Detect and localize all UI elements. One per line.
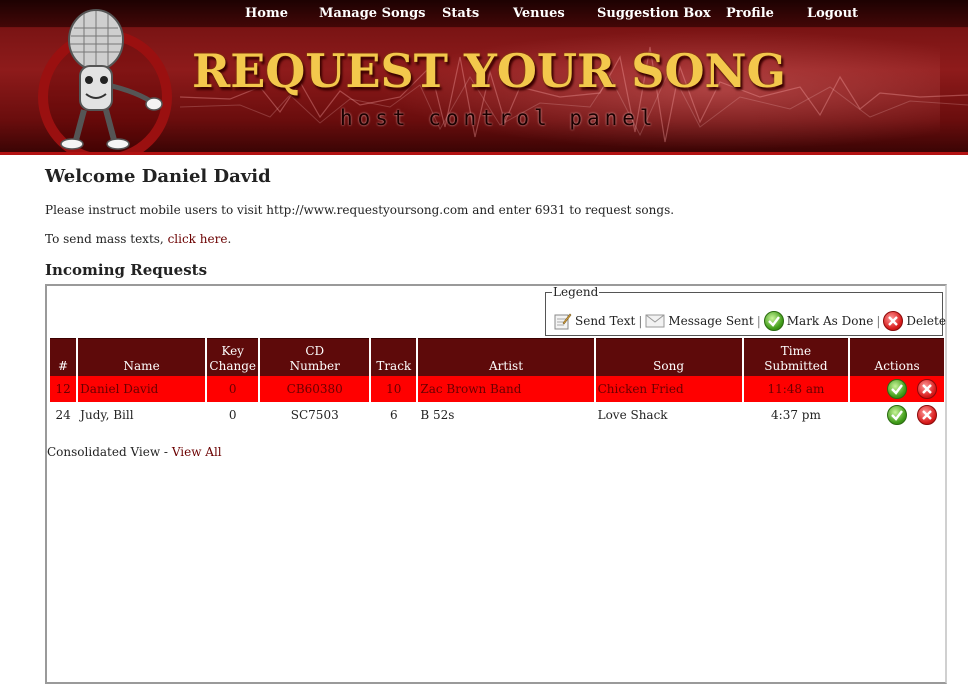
microphone-mascot-icon: [60, 9, 163, 150]
cell-name: Daniel David: [78, 376, 206, 402]
col-track[interactable]: Track: [371, 338, 417, 376]
delete-button[interactable]: [917, 405, 937, 425]
cell-artist: B 52s: [418, 402, 594, 428]
site-header: Home Manage Songs Stats Venues Suggestio…: [0, 0, 968, 155]
cell-name: Judy, Bill: [78, 402, 206, 428]
table-row[interactable]: 24 Judy, Bill 0 SC7503 6 B 52s Love Shac…: [50, 402, 944, 428]
nav-manage-songs[interactable]: Manage Songs: [319, 6, 426, 21]
mass-text-link[interactable]: click here: [168, 232, 228, 246]
table-header-row: # Name Key Change CD Number Track Artist S…: [50, 338, 944, 376]
cell-song: Love Shack: [595, 402, 742, 428]
mass-text-line: To send mass texts, click here.: [45, 232, 231, 246]
nav-venues[interactable]: Venues: [513, 6, 565, 21]
col-time-submitted[interactable]: Time Submitted: [743, 338, 849, 376]
incoming-requests-heading: Incoming Requests: [45, 261, 208, 279]
nav-home[interactable]: Home: [245, 6, 288, 21]
nav-logout[interactable]: Logout: [807, 6, 858, 21]
requests-table: # Name Key Change CD Number Track Artist S…: [48, 338, 946, 428]
legend-row: Send Text | Message Sent | Mark As Done …: [554, 311, 946, 331]
mark-done-button[interactable]: [887, 405, 907, 425]
cell-artist: Zac Brown Band: [418, 376, 594, 402]
col-song[interactable]: Song: [595, 338, 742, 376]
legend-title: Legend: [552, 285, 600, 299]
mass-text-suffix: .: [227, 232, 232, 246]
table-row[interactable]: 12 Daniel David 0 CB60380 10 Zac Brown B…: [50, 376, 944, 402]
cell-track: 6: [371, 402, 417, 428]
view-toggle: Consolidated View - View All: [47, 445, 222, 459]
cell-time: 11:48 am: [743, 376, 849, 402]
col-key-change[interactable]: Key Change: [207, 338, 259, 376]
cell-actions: [850, 402, 944, 428]
legend-separator: |: [876, 314, 881, 328]
cell-track: 10: [371, 376, 417, 402]
cell-number: 12: [50, 376, 77, 402]
cell-number: 24: [50, 402, 77, 428]
nav-profile[interactable]: Profile: [726, 6, 774, 21]
view-all-link[interactable]: View All: [172, 445, 222, 459]
legend-message-sent: Message Sent: [668, 314, 754, 328]
mark-done-button[interactable]: [887, 379, 907, 399]
legend-send-text: Send Text: [575, 314, 636, 328]
col-number[interactable]: #: [50, 338, 77, 376]
cell-time: 4:37 pm: [743, 402, 849, 428]
cell-cd-number: SC7503: [260, 402, 370, 428]
message-sent-icon: [645, 314, 665, 328]
instructions-text: Please instruct mobile users to visit ht…: [45, 203, 675, 217]
col-time-line2: Submitted: [764, 359, 828, 373]
delete-icon: [883, 311, 904, 331]
col-cd-number-line2: Number: [289, 359, 340, 373]
col-time-line1: Time: [780, 344, 812, 358]
nav-stats[interactable]: Stats: [442, 6, 479, 21]
nav-suggestion-box[interactable]: Suggestion Box: [597, 6, 711, 21]
col-name[interactable]: Name: [78, 338, 206, 376]
mass-text-prefix: To send mass texts,: [45, 232, 168, 246]
legend-box: Legend Send Text | Message Sent | Mark A…: [545, 286, 946, 336]
col-actions: Actions: [850, 338, 944, 376]
col-artist[interactable]: Artist: [418, 338, 594, 376]
cell-song: Chicken Fried: [595, 376, 742, 402]
col-cd-number-line1: CD: [305, 344, 325, 358]
col-cd-number[interactable]: CD Number: [260, 338, 370, 376]
col-key-change-line2: Change: [209, 359, 256, 373]
cell-key-change: 0: [207, 402, 259, 428]
delete-button[interactable]: [917, 379, 937, 399]
mark-done-icon: [763, 311, 784, 331]
legend-delete: Delete: [906, 314, 946, 328]
brand-title: REQUEST YOUR SONG: [192, 44, 786, 98]
consolidated-view-label: Consolidated View -: [47, 445, 172, 459]
cell-key-change: 0: [207, 376, 259, 402]
cell-actions: [850, 376, 944, 402]
col-key-change-line1: Key: [221, 344, 244, 358]
cell-cd-number: CB60380: [260, 376, 370, 402]
legend-separator: |: [638, 314, 643, 328]
legend-separator: |: [756, 314, 761, 328]
send-text-icon: [554, 313, 572, 330]
brand-subtitle: host control panel: [340, 106, 658, 130]
welcome-heading: Welcome Daniel David: [45, 166, 271, 187]
legend-mark-as-done: Mark As Done: [786, 314, 874, 328]
